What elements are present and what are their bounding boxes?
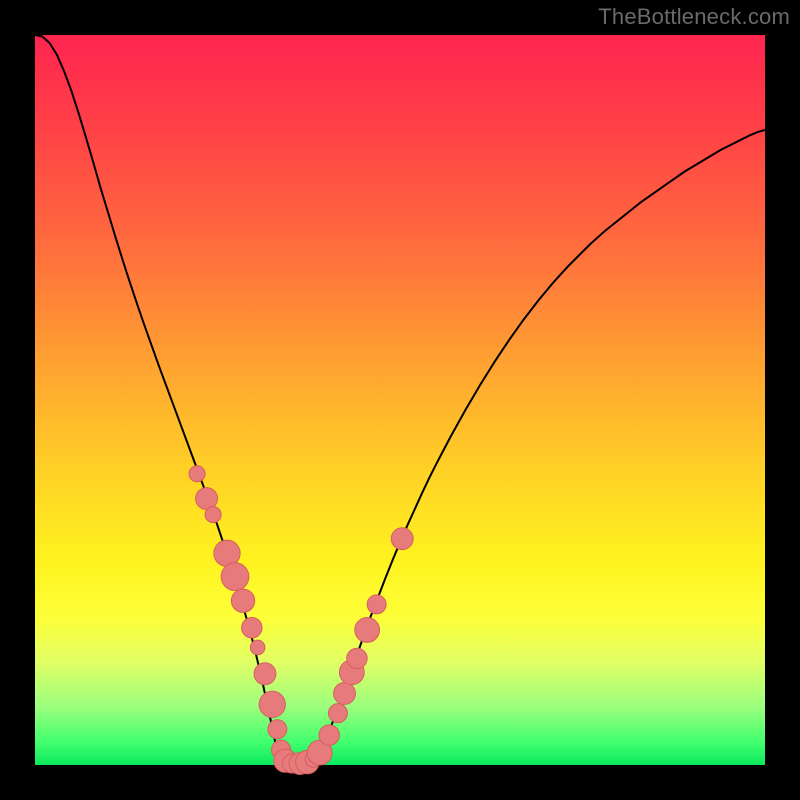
- data-point: [268, 720, 287, 739]
- data-point: [205, 507, 221, 523]
- data-point: [355, 618, 380, 643]
- watermark-text: TheBottleneck.com: [598, 4, 790, 30]
- data-point: [391, 528, 413, 550]
- data-point: [319, 725, 339, 745]
- data-point: [189, 466, 205, 482]
- bottleneck-curve: [35, 35, 765, 764]
- data-point: [259, 691, 285, 717]
- data-point: [221, 563, 249, 591]
- data-point: [328, 704, 347, 723]
- data-point: [334, 683, 356, 705]
- data-point: [250, 640, 265, 655]
- data-point: [242, 618, 262, 638]
- data-point: [254, 663, 276, 685]
- plot-svg: [35, 35, 765, 765]
- data-point: [347, 648, 367, 668]
- data-point: [367, 595, 386, 614]
- data-point: [231, 589, 254, 612]
- chart-stage: TheBottleneck.com: [0, 0, 800, 800]
- plot-area: [35, 35, 765, 765]
